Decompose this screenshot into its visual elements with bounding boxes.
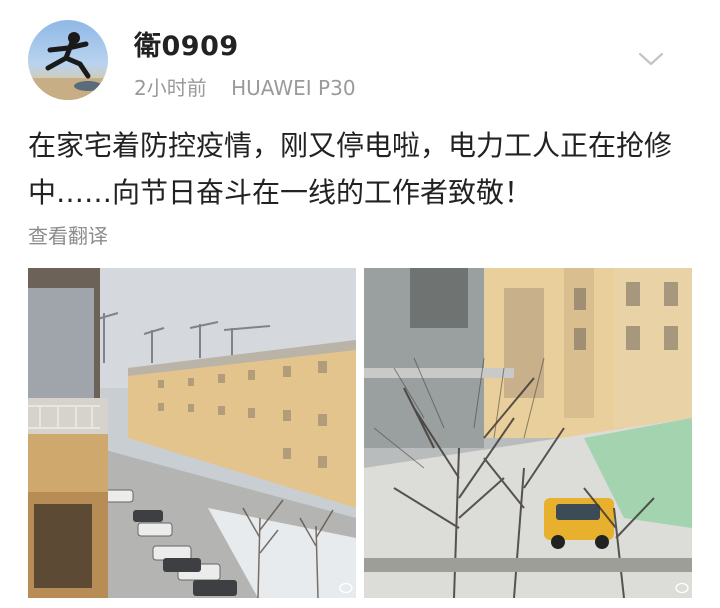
post-image-2[interactable] — [364, 268, 692, 598]
translate-link[interactable]: 查看翻译 — [28, 220, 108, 249]
avatar-person-image — [28, 32, 108, 100]
post-image-1[interactable] — [28, 268, 356, 598]
post-meta: 2小时前 HUAWEI P30 — [134, 72, 356, 101]
post-text: 在家宅着防控疫情，刚又停电啦，电力工人正在抢修中……向节日奋斗在一线的工作者致敬… — [28, 129, 673, 209]
chevron-down-icon[interactable] — [636, 48, 666, 70]
post-device: HUAWEI P30 — [231, 76, 356, 100]
username[interactable]: 衛0909 — [134, 24, 239, 63]
avatar[interactable] — [28, 20, 108, 100]
post-time: 2小时前 — [134, 76, 207, 100]
